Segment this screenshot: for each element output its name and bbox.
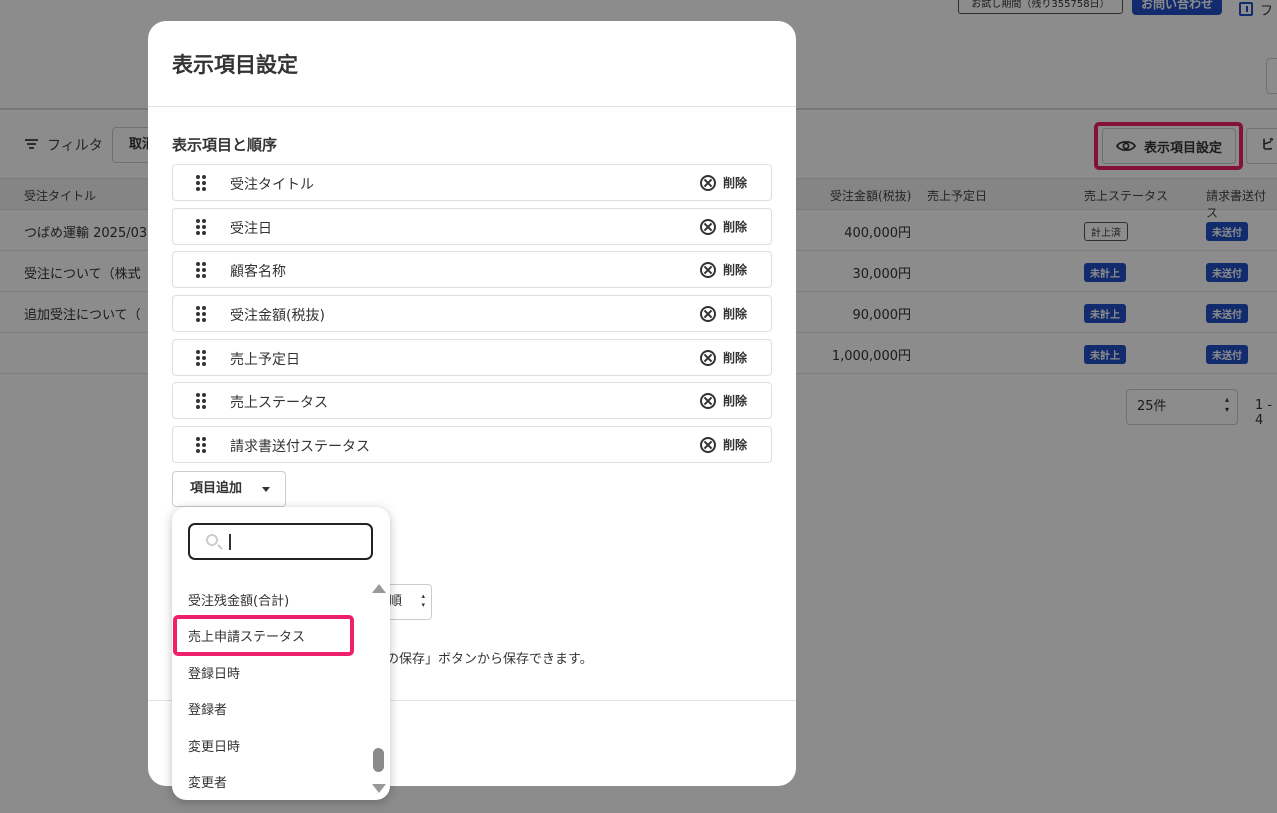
drag-handle-icon[interactable] [196,393,206,409]
dropdown-search[interactable] [188,523,373,560]
search-input[interactable] [234,531,364,553]
close-circle-icon [699,349,716,366]
scroll-up-arrow-icon[interactable] [372,584,386,593]
delete-label: 削除 [722,438,747,452]
column-item[interactable]: 請求書送付ステータス 削除 [172,426,772,463]
chevron-down-icon [262,487,270,492]
column-item[interactable]: 売上ステータス 削除 [172,382,772,419]
delete-button[interactable]: 削除 [699,261,747,278]
save-note: の保存」ボタンから保存できます。 [386,652,593,667]
column-item-label: 請求書送付ステータス [230,439,370,455]
drag-handle-icon[interactable] [196,262,206,278]
column-item[interactable]: 受注金額(税抜) 削除 [172,295,772,332]
scrollbar-thumb[interactable] [373,748,384,772]
column-item[interactable]: 顧客名称 削除 [172,251,772,288]
dropdown-option[interactable]: 登録者 [188,699,227,718]
column-item-label: 受注日 [230,221,272,237]
text-cursor [229,534,231,550]
dropdown-option[interactable]: 登録日時 [188,663,240,682]
close-circle-icon [699,218,716,235]
close-circle-icon [699,436,716,453]
delete-button[interactable]: 削除 [699,174,747,191]
dropdown-option[interactable]: 受注残金額(合計) [188,590,289,609]
dropdown-option[interactable]: 変更日時 [188,736,240,755]
column-item-label: 売上予定日 [230,352,300,368]
scroll-down-arrow-icon[interactable] [372,784,386,793]
column-item-label: 売上ステータス [230,395,328,411]
delete-button[interactable]: 削除 [699,349,747,366]
delete-label: 削除 [722,351,747,365]
column-item-label: 受注タイトル [230,177,314,193]
drag-handle-icon[interactable] [196,219,206,235]
delete-label: 削除 [722,176,747,190]
add-column-button[interactable]: 項目追加 [172,471,286,507]
column-item-label: 受注金額(税抜) [230,308,325,324]
drag-handle-icon[interactable] [196,175,206,191]
close-circle-icon [699,305,716,322]
delete-button[interactable]: 削除 [699,436,747,453]
section-title: 表示項目と順序 [172,136,278,154]
column-item[interactable]: 受注日 削除 [172,208,772,245]
modal-title: 表示項目設定 [172,53,298,77]
delete-label: 削除 [722,263,747,277]
column-item[interactable]: 受注タイトル 削除 [172,164,772,201]
drag-handle-icon[interactable] [196,350,206,366]
delete-button[interactable]: 削除 [699,392,747,409]
add-column-label: 項目追加 [190,481,243,496]
delete-label: 削除 [722,307,747,321]
delete-label: 削除 [722,394,747,408]
close-circle-icon [699,174,716,191]
add-column-dropdown: 受注残金額(合計) 売上申請ステータス 登録日時 登録者 変更日時 変更者 [172,507,390,800]
search-icon [206,534,218,546]
delete-button[interactable]: 削除 [699,218,747,235]
highlight-option [173,615,354,656]
delete-button[interactable]: 削除 [699,305,747,322]
drag-handle-icon[interactable] [196,306,206,322]
close-circle-icon [699,261,716,278]
delete-label: 削除 [722,220,747,234]
close-circle-icon [699,392,716,409]
drag-handle-icon[interactable] [196,437,206,453]
column-item[interactable]: 売上予定日 削除 [172,339,772,376]
modal-divider [148,106,796,107]
column-item-label: 顧客名称 [230,264,286,280]
dropdown-option[interactable]: 変更者 [188,772,227,791]
